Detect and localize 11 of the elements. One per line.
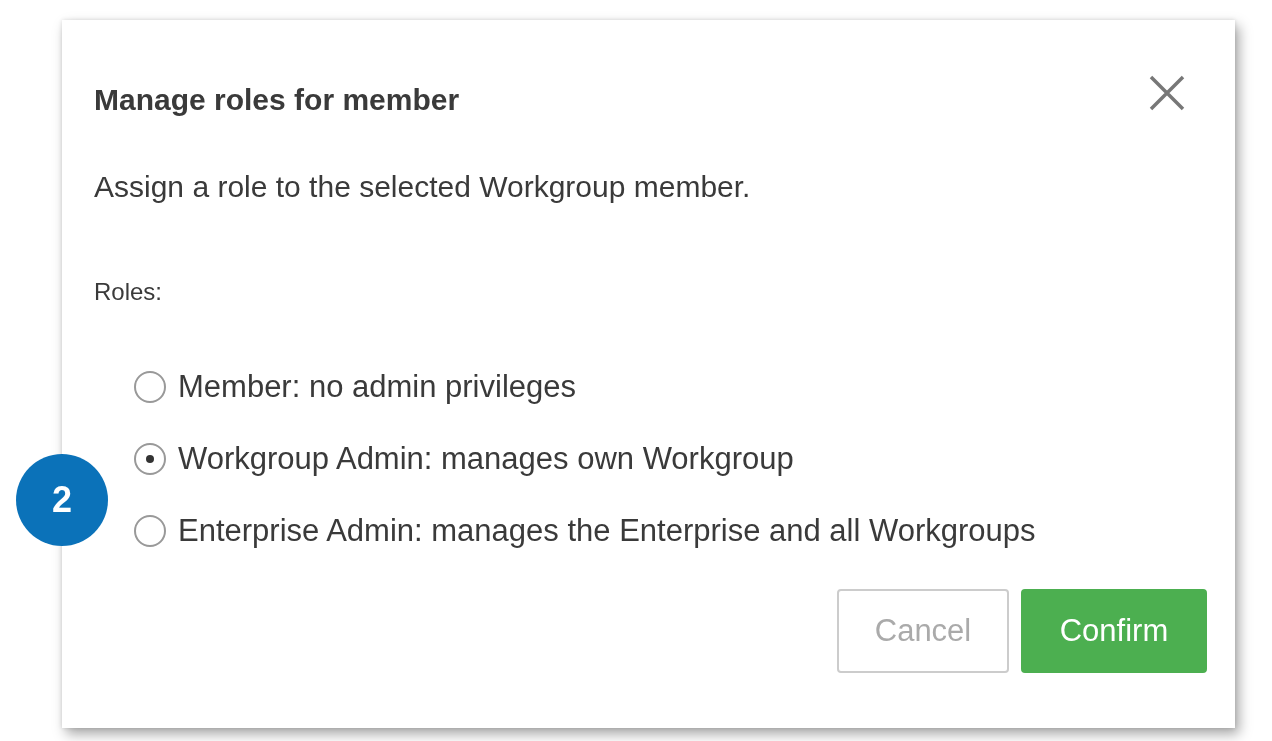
close-button[interactable] xyxy=(1147,73,1187,113)
role-option-label[interactable]: Workgroup Admin: manages own Workgroup xyxy=(178,441,794,477)
role-option-label[interactable]: Member: no admin privileges xyxy=(178,369,576,405)
radio-button[interactable] xyxy=(134,371,166,403)
radio-button[interactable] xyxy=(134,443,166,475)
dialog-description: Assign a role to the selected Workgroup member. xyxy=(94,169,752,205)
role-option-label[interactable]: Enterprise Admin: manages the Enterprise and all Workgroups xyxy=(178,513,1036,549)
radio-button[interactable] xyxy=(134,515,166,547)
dialog-title: Manage roles for member xyxy=(94,82,460,118)
step-badge: 2 xyxy=(16,454,108,546)
roles-label: Roles: xyxy=(94,277,164,307)
